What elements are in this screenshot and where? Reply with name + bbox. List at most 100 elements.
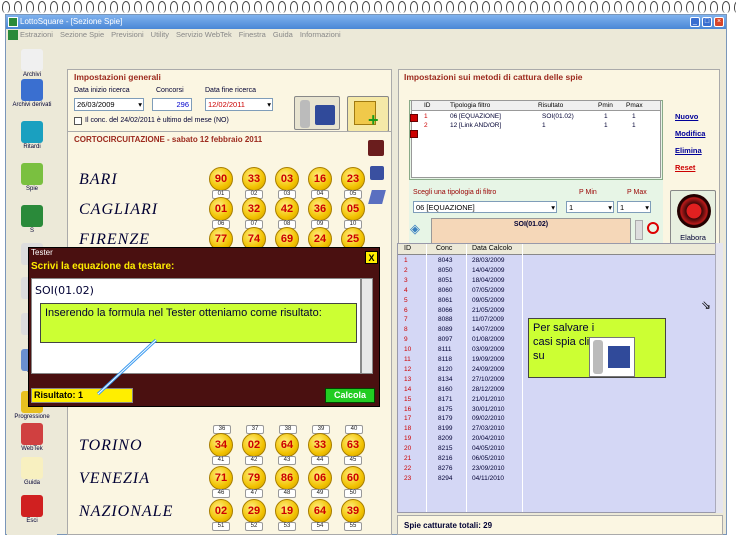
add-file-button[interactable]: + (347, 96, 389, 132)
spiral-ring (518, 1, 526, 13)
results-row[interactable]: 1 8043 28/03/2009 (398, 257, 716, 266)
results-row[interactable]: 17 8179 09/02/2010 (398, 415, 716, 424)
results-row[interactable]: 21 8216 06/05/2010 (398, 455, 716, 464)
chevron-down-icon[interactable]: ▾ (138, 99, 142, 110)
nuovo-link[interactable]: Nuovo (675, 112, 698, 121)
chevron-down-icon[interactable]: ▾ (608, 202, 612, 213)
results-row[interactable]: 18 8199 27/03/2010 (398, 425, 716, 434)
total-bar: Spie catturate totali: 29 (397, 515, 723, 535)
results-row[interactable]: 2 8050 14/04/2009 (398, 267, 716, 276)
position-tag: 47 (245, 489, 263, 498)
toolbar-label: Progressione (14, 414, 50, 420)
close-icon[interactable]: × (714, 17, 724, 27)
maximize-icon[interactable]: □ (702, 17, 712, 27)
results-scrollbar[interactable] (715, 243, 723, 513)
results-date: 11/07/2009 (472, 316, 505, 324)
notebook-spiral (0, 0, 736, 14)
toolbar-item-2[interactable]: Ritardi (7, 121, 57, 150)
toolbar-item-3[interactable]: Spie (7, 163, 57, 192)
results-row[interactable]: 22 8276 23/09/2010 (398, 465, 716, 474)
results-date: 07/05/2009 (472, 286, 505, 294)
menu-item[interactable]: Utility (151, 30, 169, 39)
save-callout: Per salvare i casi spia click su (528, 318, 666, 378)
spiral-ring (470, 1, 478, 13)
pmin-select[interactable]: 1 ▾ (566, 201, 614, 213)
traffic-light-icon (593, 340, 603, 374)
minimize-icon[interactable]: _ (690, 17, 700, 27)
methods-row[interactable]: 1 06 [EQUAZIONE] SOI(01.02) 1 1 (412, 113, 660, 122)
results-row[interactable]: 3 8051 18/04/2009 (398, 277, 716, 286)
results-date: 23/09/2010 (472, 464, 505, 472)
no-entry-icon[interactable] (647, 222, 659, 234)
last-month-label: Il conc. del 24/02/2011 è ultimo del mes… (85, 117, 229, 124)
spiral-ring (458, 1, 466, 13)
scrollbar[interactable] (635, 220, 643, 240)
results-date: 20/04/2010 (472, 435, 505, 443)
tester-close-button[interactable]: X (365, 251, 378, 264)
menu-item[interactable]: Informazioni (300, 30, 341, 39)
menu-item[interactable]: Finestra (239, 30, 266, 39)
results-row[interactable]: 19 8209 20/04/2010 (398, 435, 716, 444)
menu-item[interactable]: Sezione Spie (60, 30, 104, 39)
city-name-bari: BARI (79, 171, 118, 188)
results-row[interactable]: 16 8175 30/01/2010 (398, 406, 716, 415)
data-inizio-label: Data inizio ricerca (74, 87, 130, 94)
toolbar-item-10[interactable]: WebTek (7, 423, 57, 452)
data-inizio-input[interactable]: 26/03/2009 ▾ (74, 98, 144, 111)
chevron-down-icon[interactable]: ▾ (551, 202, 555, 213)
menu-item[interactable]: Estrazioni (20, 30, 53, 39)
menu-item[interactable]: Previsioni (111, 30, 144, 39)
position-tag: 49 (311, 489, 329, 498)
results-conc: 8199 (438, 425, 453, 433)
save-spie-button[interactable] (294, 96, 340, 130)
toolbar-item-0[interactable]: Archivi (7, 49, 57, 78)
menu-item[interactable]: Servizio WebTek (176, 30, 232, 39)
results-row[interactable]: 20 8215 04/05/2010 (398, 445, 716, 454)
waveform-icon[interactable] (368, 140, 384, 156)
results-col-header: Data Calcolo (472, 245, 513, 252)
number-ball: 16 (308, 167, 332, 191)
pmax-select[interactable]: 1 ▾ (617, 201, 651, 213)
city-name-venezia: VENEZIA (79, 470, 150, 487)
tester-scrollbar[interactable] (361, 278, 373, 374)
results-id: 19 (404, 435, 412, 443)
toolbar-item-11[interactable]: Guida (7, 457, 57, 486)
elimina-link[interactable]: Elimina (675, 146, 702, 155)
modifica-link[interactable]: Modifica (675, 129, 705, 138)
results-row[interactable]: 4 8060 07/05/2009 (398, 287, 716, 296)
results-id: 6 (404, 306, 408, 314)
concorsi-input[interactable]: 296 (152, 98, 192, 111)
last-month-checkbox[interactable] (74, 117, 82, 125)
chevron-down-icon[interactable]: ▾ (645, 202, 649, 213)
general-settings-title: Impostazioni generali (74, 72, 161, 82)
results-conc: 8134 (438, 375, 453, 383)
diamond-icon[interactable]: ◈ (410, 222, 424, 236)
arrow-down-icon[interactable] (410, 130, 418, 138)
spiral-ring (662, 1, 670, 13)
reset-link[interactable]: Reset (675, 163, 695, 172)
arrow-up-icon[interactable] (410, 114, 418, 122)
results-row[interactable]: 15 8171 21/01/2010 (398, 396, 716, 405)
menu-item[interactable]: Guida (273, 30, 293, 39)
print-icon[interactable] (370, 166, 384, 180)
toolbar-item-1[interactable]: Archivi derivati (7, 79, 57, 108)
results-col-header: Conc (436, 245, 453, 252)
chevron-down-icon[interactable]: ▾ (267, 99, 271, 110)
results-row[interactable]: 14 8160 28/12/2009 (398, 386, 716, 395)
toolbar-item-12[interactable]: Esci (7, 495, 57, 524)
results-row[interactable]: 23 8294 04/11/2010 (398, 475, 716, 484)
results-row[interactable]: 6 8066 21/05/2009 (398, 307, 716, 316)
eraser-icon[interactable] (368, 190, 386, 204)
results-row[interactable]: 5 8061 09/05/2009 (398, 297, 716, 306)
calcola-button[interactable]: Calcola (325, 388, 375, 403)
number-ball: 05 (341, 197, 365, 221)
elabora-button[interactable]: Elabora (670, 190, 716, 246)
number-ball: 19 (275, 499, 299, 523)
filter-select[interactable]: 06 [EQUAZIONE] ▾ (413, 201, 557, 213)
toolbar-item-4[interactable]: S (7, 205, 57, 234)
data-fine-input[interactable]: 12/02/2011 ▾ (205, 98, 273, 111)
methods-row[interactable]: 2 12 [Link AND/OR] 1 1 1 (412, 122, 660, 131)
number-ball: 86 (275, 466, 299, 490)
spiral-ring (170, 1, 178, 13)
square-icon (21, 205, 43, 227)
